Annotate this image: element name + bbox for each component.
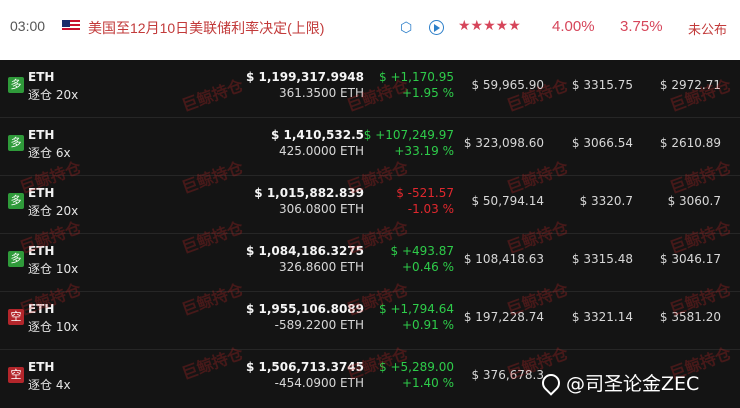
actual-value: 4.00% [552, 18, 595, 35]
symbol: ETH [28, 244, 55, 258]
side-badge: 多 [8, 251, 24, 267]
entry-price: $ 3315.75 [571, 78, 633, 92]
side-badge: 空 [8, 309, 24, 325]
position-qty: 361.3500 ETH [278, 86, 364, 100]
pnl-pct: +33.19 % [394, 144, 454, 158]
margin: $ 376,678.3 [471, 368, 544, 382]
side-badge: 多 [8, 135, 24, 151]
pnl: $ +1,794.64 [379, 302, 454, 316]
cube-icon[interactable]: ⬡ [400, 19, 416, 35]
author-credit: @司圣论金ZEC [540, 368, 699, 396]
entry-price: $ 3315.48 [571, 252, 633, 266]
pnl-pct: +0.91 % [402, 318, 454, 332]
credit-text: @司圣论金ZEC [566, 372, 700, 395]
position-qty: -589.2200 ETH [274, 318, 364, 332]
position-value: $ 1,199,317.9948 [245, 70, 364, 84]
liquidation-price: $ 3046.17 [659, 252, 721, 266]
us-flag-icon [62, 20, 80, 32]
leverage: 逐仓 4x [28, 378, 71, 392]
symbol: ETH [28, 302, 55, 316]
position-qty: -454.0900 ETH [274, 376, 364, 390]
margin: $ 323,098.60 [463, 136, 544, 150]
forecast-value: 3.75% [620, 18, 663, 35]
table-row[interactable]: 多 ETH 逐仓 20x $ 1,199,317.9948 361.3500 E… [0, 60, 740, 118]
entry-price: $ 3320.7 [579, 194, 633, 208]
table-row[interactable]: 空 ETH 逐仓 10x $ 1,955,106.8089 -589.2200 … [0, 292, 740, 350]
table-row[interactable]: 多 ETH 逐仓 10x $ 1,084,186.3275 326.8600 E… [0, 234, 740, 292]
position-value: $ 1,015,882.839 [254, 186, 364, 200]
position-value: $ 1,506,713.3745 [245, 360, 364, 374]
symbol: ETH [28, 360, 55, 374]
weibo-icon [540, 372, 560, 392]
margin: $ 197,228.74 [463, 310, 544, 324]
event-title[interactable]: 美国至12月10日美联储利率决定(上限) [88, 18, 324, 38]
symbol: ETH [28, 128, 55, 142]
leverage: 逐仓 10x [28, 320, 79, 334]
pnl-pct: +1.95 % [402, 86, 454, 100]
liquidation-price: $ 3581.20 [659, 310, 721, 324]
margin: $ 59,965.90 [471, 78, 544, 92]
leverage: 逐仓 20x [28, 204, 79, 218]
positions-table: 多 ETH 逐仓 20x $ 1,199,317.9948 361.3500 E… [0, 60, 740, 408]
position-qty: 326.8600 ETH [278, 260, 364, 274]
pnl: $ +1,170.95 [379, 70, 454, 84]
entry-price: $ 3066.54 [571, 136, 633, 150]
leverage: 逐仓 6x [28, 146, 71, 160]
margin: $ 108,418.63 [463, 252, 544, 266]
pnl: $ -521.57 [396, 186, 454, 200]
pnl-pct: -1.03 % [407, 202, 454, 216]
leverage: 逐仓 20x [28, 88, 79, 102]
side-badge: 多 [8, 193, 24, 209]
position-value: $ 1,410,532.5 [271, 128, 364, 142]
symbol: ETH [28, 186, 55, 200]
margin: $ 50,794.14 [471, 194, 544, 208]
liquidation-price: $ 2610.89 [659, 136, 721, 150]
liquidation-price: $ 3060.7 [667, 194, 721, 208]
table-row[interactable]: 多 ETH 逐仓 6x $ 1,410,532.5 425.0000 ETH $… [0, 118, 740, 176]
entry-price: $ 3321.14 [571, 310, 633, 324]
position-qty: 306.0800 ETH [278, 202, 364, 216]
side-badge: 空 [8, 367, 24, 383]
pnl: $ +5,289.00 [379, 360, 454, 374]
side-badge: 多 [8, 77, 24, 93]
position-qty: 425.0000 ETH [278, 144, 364, 158]
table-row[interactable]: 多 ETH 逐仓 20x $ 1,015,882.839 306.0800 ET… [0, 176, 740, 234]
event-header: 03:00 美国至12月10日美联储利率决定(上限) ⬡ ★★★★★ 4.00%… [0, 0, 740, 60]
position-value: $ 1,084,186.3275 [245, 244, 364, 258]
play-icon[interactable] [429, 20, 444, 35]
pnl: $ +493.87 [390, 244, 455, 258]
publish-status: 未公布 [688, 22, 728, 37]
liquidation-price: $ 2972.71 [659, 78, 721, 92]
event-time: 03:00 [10, 18, 46, 34]
pnl-pct: +1.40 % [402, 376, 454, 390]
leverage: 逐仓 10x [28, 262, 79, 276]
symbol: ETH [28, 70, 55, 84]
position-value: $ 1,955,106.8089 [245, 302, 364, 316]
pnl: $ +107,249.97 [363, 128, 454, 142]
pnl-pct: +0.46 % [402, 260, 454, 274]
importance-stars: ★★★★★ [458, 17, 521, 33]
